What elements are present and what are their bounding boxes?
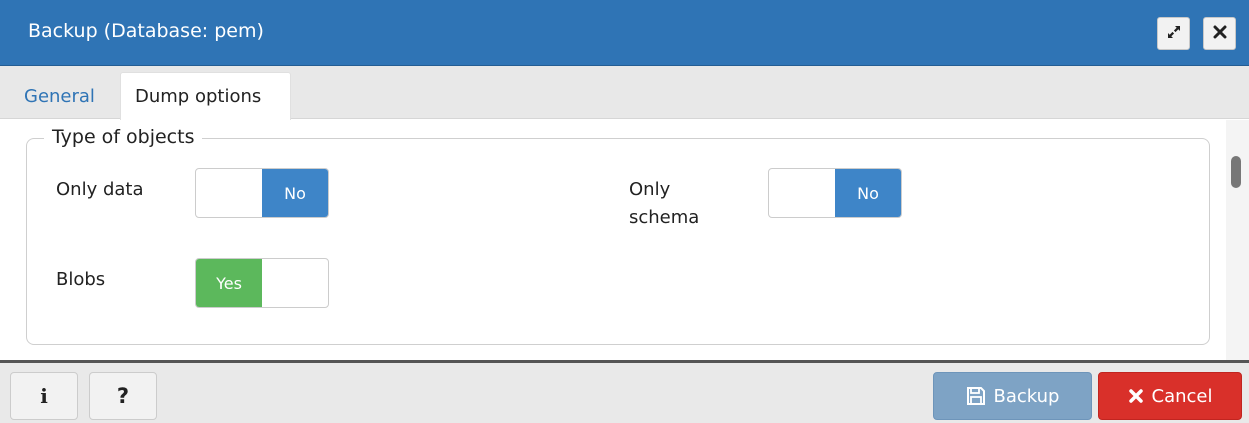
dialog-titlebar[interactable]: Backup (Database: pem) <box>0 0 1249 66</box>
floppy-disk-icon <box>966 386 986 406</box>
tab-bar: General Dump options <box>0 66 1249 120</box>
cancel-button[interactable]: Cancel <box>1098 372 1242 420</box>
help-icon: ? <box>116 384 130 408</box>
blobs-toggle-value: Yes <box>196 259 262 307</box>
backup-button[interactable]: Backup <box>933 372 1092 420</box>
cancel-button-label: Cancel <box>1151 385 1213 407</box>
only-schema-label-line1: Only <box>629 179 671 200</box>
blobs-label: Blobs <box>56 269 106 290</box>
close-icon <box>1213 24 1227 43</box>
only-data-toggle[interactable]: No <box>195 168 329 218</box>
dialog-title: Backup (Database: pem) <box>28 20 264 42</box>
only-schema-toggle-value: No <box>835 169 901 217</box>
maximize-button[interactable] <box>1157 17 1190 50</box>
vertical-scrollbar[interactable] <box>1226 120 1249 360</box>
backup-button-label: Backup <box>993 385 1060 407</box>
close-button[interactable] <box>1203 17 1236 50</box>
info-icon: i <box>40 384 48 408</box>
help-button[interactable]: ? <box>89 372 157 420</box>
dialog-footer: i ? Backup Cancel <box>0 360 1249 423</box>
expand-arrows-icon <box>1166 24 1182 44</box>
tab-content: Type of objects Only data No Only schema… <box>0 120 1226 360</box>
only-data-toggle-value: No <box>262 169 328 217</box>
scrollbar-thumb[interactable] <box>1231 156 1241 188</box>
x-icon <box>1128 388 1144 404</box>
info-button[interactable]: i <box>10 372 78 420</box>
tab-general[interactable]: General <box>10 72 109 120</box>
only-data-label: Only data <box>56 179 144 200</box>
fieldset-legend: Type of objects <box>44 126 203 148</box>
only-schema-label-line2: schema <box>629 207 700 228</box>
only-schema-label: Only schema <box>629 176 699 232</box>
blobs-toggle[interactable]: Yes <box>195 258 329 308</box>
tab-dump-options[interactable]: Dump options <box>120 72 291 120</box>
only-schema-toggle[interactable]: No <box>768 168 902 218</box>
